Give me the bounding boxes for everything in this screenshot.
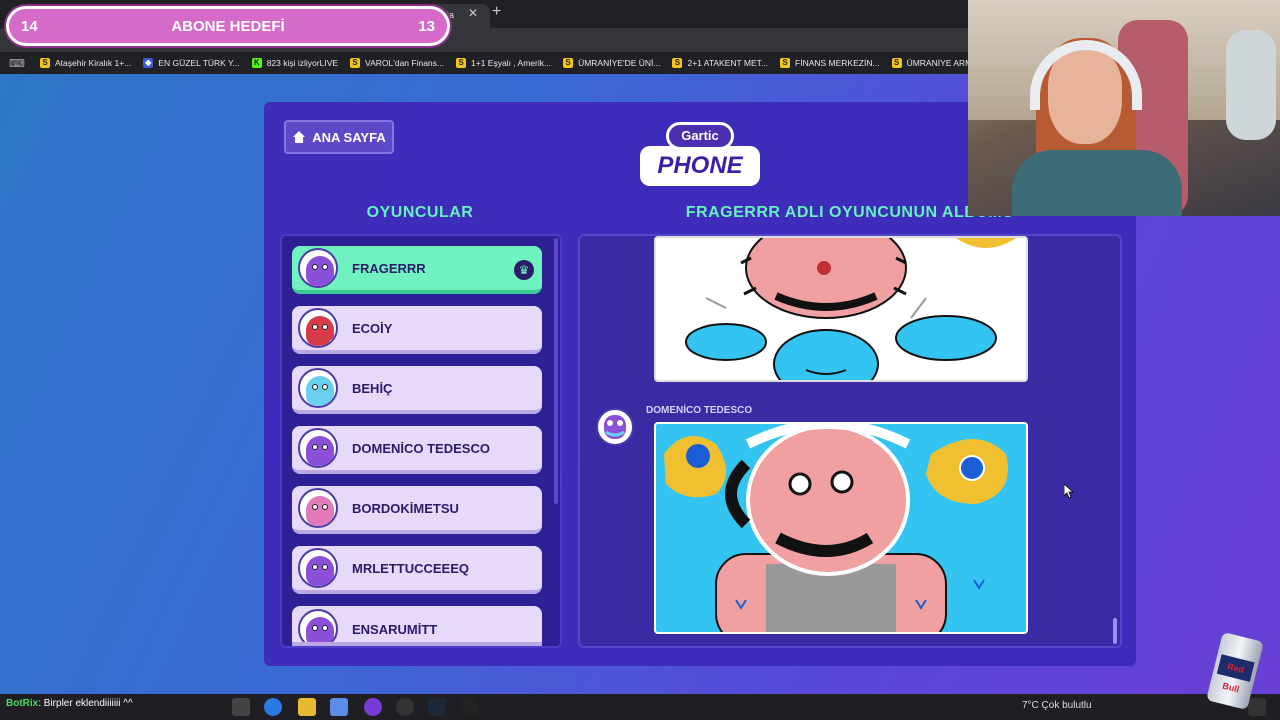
avatar	[298, 548, 338, 588]
avatar	[298, 248, 338, 288]
bookmarks-menu-icon[interactable]: ⌨	[0, 57, 34, 70]
subscriber-goal-bar: 14 ABONE HEDEFİ 13	[6, 6, 450, 46]
player-name: BORDOKİMETSU	[352, 500, 459, 516]
tab-close-icon[interactable]: ✕	[468, 6, 478, 20]
crown-icon: ♛	[514, 260, 534, 280]
steam-icon[interactable]	[428, 698, 446, 716]
bookmark-favicon: S	[350, 58, 361, 68]
bookmark-item[interactable]: ◆ EN GÜZEL TÜRK Y...	[137, 52, 245, 74]
home-button-label: ANA SAYFA	[312, 129, 386, 145]
album-scrollbar[interactable]	[1113, 618, 1117, 644]
player-row-ecoiy[interactable]: ECOİY	[292, 306, 542, 354]
chat-username: BotRix	[6, 698, 39, 709]
drawing-2-art	[664, 424, 1008, 632]
bookmark-label: EN GÜZEL TÜRK Y...	[158, 58, 240, 68]
player-row-behic[interactable]: BEHİÇ	[292, 366, 542, 414]
bookmark-label: Ataşehir Kiralık 1+...	[55, 58, 132, 68]
user-badge-icon	[328, 338, 336, 346]
bookmark-favicon: S	[891, 58, 902, 68]
bookmark-favicon: S	[780, 58, 791, 68]
avatar	[298, 488, 338, 528]
bookmark-item[interactable]: S Ataşehir Kiralık 1+...	[34, 52, 137, 74]
chat-message: BotRix: Birpler eklendiiiiiii ^^	[6, 698, 133, 709]
bookmark-item[interactable]: S ÜMRANİYE'DE ÜNİ...	[557, 52, 666, 74]
logo-gartic-text: Gartic	[666, 122, 734, 150]
bookmark-item[interactable]: S 2+1 ATAKENT MET...	[666, 52, 774, 74]
bookmark-item[interactable]: S VAROL'dan Finans...	[344, 52, 450, 74]
player-name: ECOİY	[352, 320, 393, 336]
author-avatar	[596, 408, 634, 446]
webcam-overlay	[968, 0, 1280, 216]
players-heading: OYUNCULAR	[366, 204, 474, 221]
album-drawing-1	[654, 236, 1028, 382]
player-row-domenico-tedesco[interactable]: DOMENİCO TEDESCO	[292, 426, 542, 474]
discord-icon[interactable]	[364, 698, 382, 716]
cam-shirt	[1012, 150, 1182, 216]
avatar	[298, 368, 338, 408]
bookmark-label: 2+1 ATAKENT MET...	[687, 58, 769, 68]
bookmark-favicon: S	[40, 58, 50, 68]
bookmark-label: ÜMRANİYE'DE ÜNİ...	[578, 58, 661, 68]
bookmark-favicon: ◆	[143, 58, 154, 68]
epic-games-icon[interactable]	[460, 698, 478, 716]
player-name: ENSARUMİTT	[352, 621, 438, 637]
avatar	[298, 609, 338, 642]
player-row-mrlettucceeeq[interactable]: MRLETTUCCEEEQ	[292, 546, 542, 594]
players-scrollbar[interactable]	[554, 238, 558, 504]
home-button[interactable]: ANA SAYFA	[284, 120, 394, 154]
app-icon[interactable]	[330, 698, 348, 716]
task-view-icon[interactable]	[232, 698, 250, 716]
bookmark-label: 1+1 Eşyalı , Amerik...	[471, 58, 552, 68]
bookmark-label: 823 kişi izliyorLIVE	[266, 58, 339, 68]
microphone-icon	[1226, 30, 1276, 140]
player-name: MRLETTUCCEEEQ	[352, 560, 469, 576]
chat-text: : Birpler eklendiiiiiii ^^	[38, 698, 133, 709]
player-row-bordokimetsu[interactable]: BORDOKİMETSU	[292, 486, 542, 534]
notification-icon[interactable]	[1248, 698, 1266, 716]
logo-phone-text: PHONE	[640, 146, 760, 186]
player-name: DOMENİCO TEDESCO	[352, 440, 490, 456]
goal-right-count: 13	[418, 18, 435, 35]
goal-title: ABONE HEDEFİ	[171, 18, 285, 35]
home-icon	[293, 131, 306, 143]
player-row-fragerrr[interactable]: FRAGERRR ♛	[292, 246, 542, 294]
bookmark-label: VAROL'dan Finans...	[365, 58, 444, 68]
avatar	[298, 428, 338, 468]
drawing-author-name: DOMENİCO TEDESCO	[646, 405, 753, 416]
redbull-label: Red Bull	[1216, 654, 1255, 694]
gartic-phone-logo: PHONE Gartic	[640, 118, 760, 192]
edge-icon[interactable]	[264, 698, 282, 716]
new-tab-button[interactable]: +	[492, 3, 501, 21]
avatar	[298, 308, 338, 348]
screen: { "browser": { "tab_partial_label": "ğa"…	[0, 0, 1280, 720]
mouse-cursor-icon	[1064, 484, 1074, 498]
drawing-1-art	[685, 238, 1016, 380]
obs-icon[interactable]	[396, 698, 414, 716]
file-explorer-icon[interactable]	[298, 698, 316, 716]
bookmark-favicon: S	[456, 58, 466, 68]
player-name: FRAGERRR	[352, 260, 426, 276]
player-row-ensarumitt[interactable]: ENSARUMİTT	[292, 606, 542, 646]
player-name: BEHİÇ	[352, 380, 393, 396]
bookmark-favicon: S	[672, 58, 683, 68]
bookmark-label: FİNANS MERKEZİN...	[795, 58, 880, 68]
bookmark-item[interactable]: S FİNANS MERKEZİN...	[774, 52, 886, 74]
album-drawing-2	[654, 422, 1028, 634]
bookmark-favicon: S	[563, 58, 574, 68]
weather-widget[interactable]: 7°C Çok bulutlu	[1022, 700, 1092, 711]
bookmark-item[interactable]: S 1+1 Eşyalı , Amerik...	[450, 52, 557, 74]
bookmark-item[interactable]: K 823 kişi izliyorLIVE	[246, 52, 344, 74]
bookmark-favicon: K	[251, 58, 262, 68]
